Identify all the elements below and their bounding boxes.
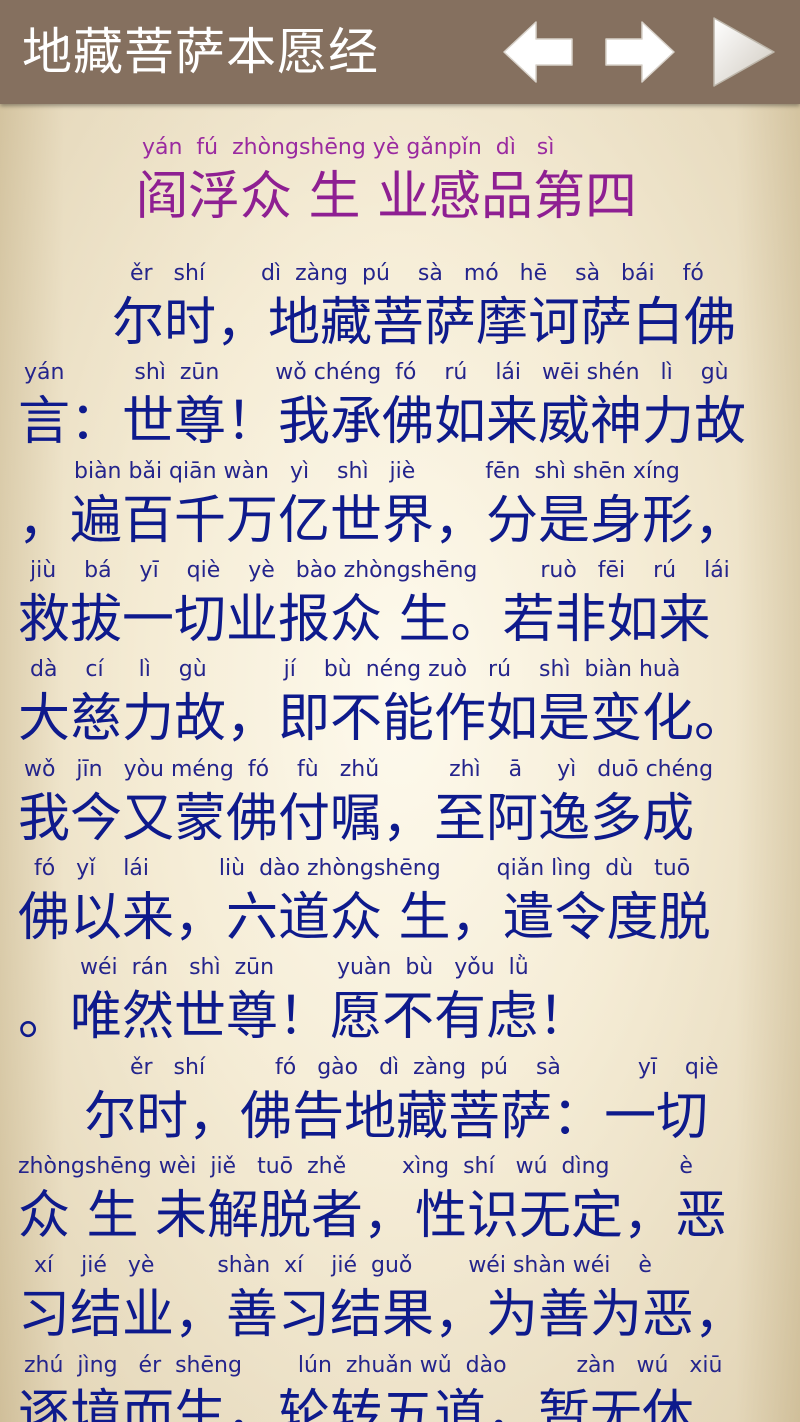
verse-pinyin: wéi rán shì zūn yuàn bù yǒu lǜ [80,955,529,980]
verse-pinyin: fó yǐ lái liù dào zhòngshēng qiǎn lìng d… [34,856,691,881]
verse-pinyin: zhòngshēng wèi jiě tuō zhě xìng shí wú d… [18,1154,693,1179]
verse-line: xí jié yè shàn xí jié guǒ wéi shàn wéi è… [0,1248,800,1348]
verse-pinyin: ěr shí fó gào dì zàng pú sà yī qiè [130,1055,719,1080]
verse-text: 习结业，善习结果，为善为恶， [18,1285,747,1345]
arrow-right-icon [605,21,675,83]
verse-text: 大慈力故，即不能作如是变化。 [18,689,747,749]
verse-text: 救拔一切业报众 生。若非如来 [18,590,711,650]
verse-text: 。唯然世尊！愿不有虑！ [18,987,591,1047]
verse-line: wǒ jīn yòu méng fó fù zhǔ zhì ā yì duō c… [0,752,800,852]
verse-line: ěr shí fó gào dì zàng pú sà yī qiè 尔时，佛告… [0,1050,800,1150]
verse-pinyin: dà cí lì gù jí bù néng zuò rú shì biàn h… [30,657,681,682]
play-icon [713,17,775,87]
verse-pinyin: biàn bǎi qiān wàn yì shì jiè fēn shì shē… [74,459,680,484]
verse-pinyin: jiù bá yī qiè yè bào zhòngshēng ruò fēi … [30,558,730,583]
verse-pinyin: yán shì zūn wǒ chéng fó rú lái wēi shén … [24,360,729,385]
verse-text: 言：世尊！我承佛如来威神力故 [18,392,747,452]
verse-line: yán shì zūn wǒ chéng fó rú lái wēi shén … [0,355,800,455]
verse-pinyin: zhú jìng ér shēng lún zhuǎn wǔ dào zàn w… [24,1353,723,1378]
verse-pinyin: wǒ jīn yòu méng fó fù zhǔ zhì ā yì duō c… [24,757,714,782]
verse-text: 尔时，地藏菩萨摩诃萨白佛 [112,293,737,353]
verse-pinyin: xí jié yè shàn xí jié guǒ wéi shàn wéi è [34,1253,652,1278]
verse-line: zhòngshēng wèi jiě tuō zhě xìng shí wú d… [0,1149,800,1249]
next-chapter-button[interactable] [600,14,680,90]
arrow-left-icon [503,21,573,83]
chapter-title: 阎浮众 生 业感品第四 [136,167,638,227]
verse-line: jiù bá yī qiè yè bào zhòngshēng ruò fēi … [0,553,800,653]
verse-line: wéi rán shì zūn yuàn bù yǒu lǜ 。唯然世尊！愿不有… [0,950,800,1050]
scripture-content[interactable]: yán fú zhòngshēng yè gǎnpǐn dì sì 阎浮众 生 … [0,104,800,1422]
verse-line: dà cí lì gù jí bù néng zuò rú shì biàn h… [0,652,800,752]
verse-pinyin: ěr shí dì zàng pú sà mó hē sà bái fó [130,261,704,286]
play-audio-button[interactable] [702,14,782,90]
verse-text: 我今又蒙佛付嘱，至阿逸多成 [18,789,695,849]
verse-text: 尔时，佛告地藏菩萨：一切 [18,1087,709,1147]
verse-text: 佛以来，六道众 生，遣令度脱 [18,888,711,948]
verse-text: 众 生 未解脱者，性识无定，恶 [18,1186,728,1246]
chapter-title-pinyin: yán fú zhòngshēng yè gǎnpǐn dì sì [142,135,555,160]
chapter-title-block: yán fú zhòngshēng yè gǎnpǐn dì sì 阎浮众 生 … [0,130,800,230]
verse-line: biàn bǎi qiān wàn yì shì jiè fēn shì shē… [0,454,800,554]
app-header: 地藏菩萨本愿经 [0,0,800,104]
verse-text: ，遍百千万亿世界，分是身形， [18,491,747,551]
previous-chapter-button[interactable] [498,14,578,90]
verse-line: zhú jìng ér shēng lún zhuǎn wǔ dào zàn w… [0,1348,800,1422]
verse-line: ěr shí dì zàng pú sà mó hē sà bái fó 尔时，… [0,256,800,356]
verse-text: 逐境而生，轮转五道，暂无休 [18,1385,695,1422]
app-title: 地藏菩萨本愿经 [22,23,379,81]
verse-line: fó yǐ lái liù dào zhòngshēng qiǎn lìng d… [0,851,800,951]
